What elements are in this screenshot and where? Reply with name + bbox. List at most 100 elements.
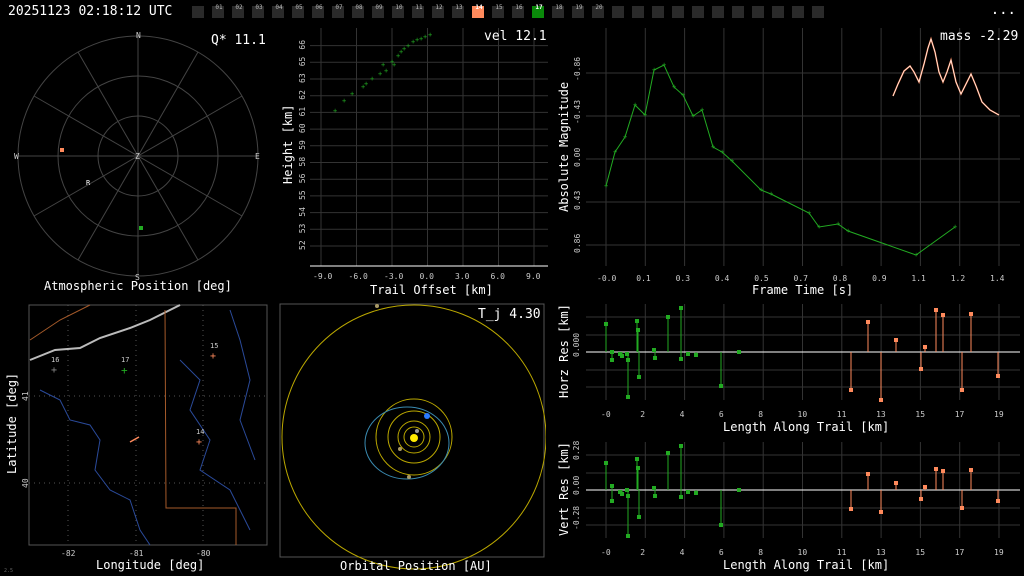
earth-icon [424,413,430,419]
camera-15[interactable]: 15 [492,4,504,18]
height-point: + [350,90,354,98]
svg-text:-82: -82 [61,549,76,558]
height-xtick: -9.0 [313,272,332,281]
camera-09[interactable]: 09 [372,4,384,18]
residual-point [941,469,945,473]
camera-10[interactable]: 10 [392,4,404,18]
residual-point [679,357,683,361]
residual-point [996,374,1000,378]
height-xtick: 9.0 [526,272,541,281]
res-xtick: 10 [798,548,808,557]
menu-button[interactable]: ... [991,2,1016,18]
height-ytick: 56 [298,173,307,183]
camera-01[interactable]: 01 [212,4,224,18]
magnitude-point: + [613,148,617,156]
camera-slot-21[interactable] [612,6,624,18]
res-xtick: 17 [955,548,965,557]
res-xtick: 2 [640,410,645,419]
res-xtick: 6 [719,548,724,557]
camera-12[interactable]: 12 [432,4,444,18]
camera-04[interactable]: 04 [272,4,284,18]
camera-07[interactable]: 07 [332,4,344,18]
height-ytick: 62 [298,90,307,100]
svg-text:0.000: 0.000 [572,333,581,357]
camera-20[interactable]: 20 [592,4,604,18]
residual-point [652,486,656,490]
height-point: + [384,67,388,75]
west-label: W [14,152,19,161]
residual-point [637,375,641,379]
camera-19[interactable]: 19 [572,4,584,18]
corner-label: 2.5 [4,568,13,574]
camera-02[interactable]: 02 [232,4,244,18]
residual-point [996,499,1000,503]
magnitude-point: + [643,111,647,119]
camera-slot-31[interactable] [812,6,824,18]
residual-point [719,523,723,527]
res-xtick: 2 [640,548,645,557]
height-point: + [370,75,374,83]
vertical-residual-chart: -0 2 4 6 8 10 11 13 15 17 19 0.28 0.00 -0.28 Lengt… [557,441,1020,572]
height-ytick: 60 [298,123,307,133]
camera-14[interactable]: 14 [472,4,484,18]
atmospheric-position-plot: N S E W Z R Q* 11.1 [14,31,266,282]
height-point: + [364,80,368,88]
residual-point [610,484,614,488]
res-xtick: 13 [876,410,886,419]
height-xtick: 0.0 [420,272,435,281]
camera-08[interactable]: 08 [352,4,364,18]
camera-slot-25[interactable] [692,6,704,18]
height-point: + [423,33,427,41]
magnitude-point: + [633,101,637,109]
residual-point [737,350,741,354]
residual-point [919,497,923,501]
camera-05[interactable]: 05 [292,4,304,18]
camera-13[interactable]: 13 [452,4,464,18]
mag-xtick: 1.1 [911,274,926,283]
residual-point [679,306,683,310]
camera-03[interactable]: 03 [252,4,264,18]
residual-point [866,320,870,324]
residual-point [923,345,927,349]
camera-slot-29[interactable] [772,6,784,18]
camera-slot-24[interactable] [672,6,684,18]
magnitude-point: + [914,251,918,259]
camera-slot-27[interactable] [732,6,744,18]
residual-point [694,353,698,357]
camera-slot-26[interactable] [712,6,724,18]
camera-slot-22[interactable] [632,6,644,18]
map-xlabel: Longitude [deg] [96,558,204,572]
camera-slot-28[interactable] [752,6,764,18]
camera-slot-0[interactable] [192,6,204,18]
height-chart-xlabel: Trail Offset [km] [370,283,493,297]
camera-17[interactable]: 17 [532,4,544,18]
residual-point [604,461,608,465]
camera-slot-30[interactable] [792,6,804,18]
magnitude-point: + [691,112,695,120]
magnitude-point: + [604,182,608,190]
station-16-label: 16 [51,356,59,364]
orbit-caption: Orbital Position [AU] [340,559,492,573]
height-point: + [342,97,346,105]
magnitude-point: + [720,148,724,156]
mag-xtick: 0.3 [676,274,691,283]
residual-point [919,367,923,371]
camera-06[interactable]: 06 [312,4,324,18]
residual-point [879,398,883,402]
magnitude-point: + [836,220,840,228]
camera-slot-23[interactable] [652,6,664,18]
height-point: + [378,70,382,78]
height-xtick: -3.0 [384,272,403,281]
residual-point [666,315,670,319]
magnitude-point: + [817,223,821,231]
camera-16[interactable]: 16 [512,4,524,18]
res-xtick: 8 [758,410,763,419]
residual-point [626,395,630,399]
svg-text:0.28: 0.28 [572,441,581,460]
res-xtick: 19 [994,410,1004,419]
residual-point [636,328,640,332]
residual-point [620,492,624,496]
magnitude-point: + [672,83,676,91]
camera-18[interactable]: 18 [552,4,564,18]
camera-11[interactable]: 11 [412,4,424,18]
